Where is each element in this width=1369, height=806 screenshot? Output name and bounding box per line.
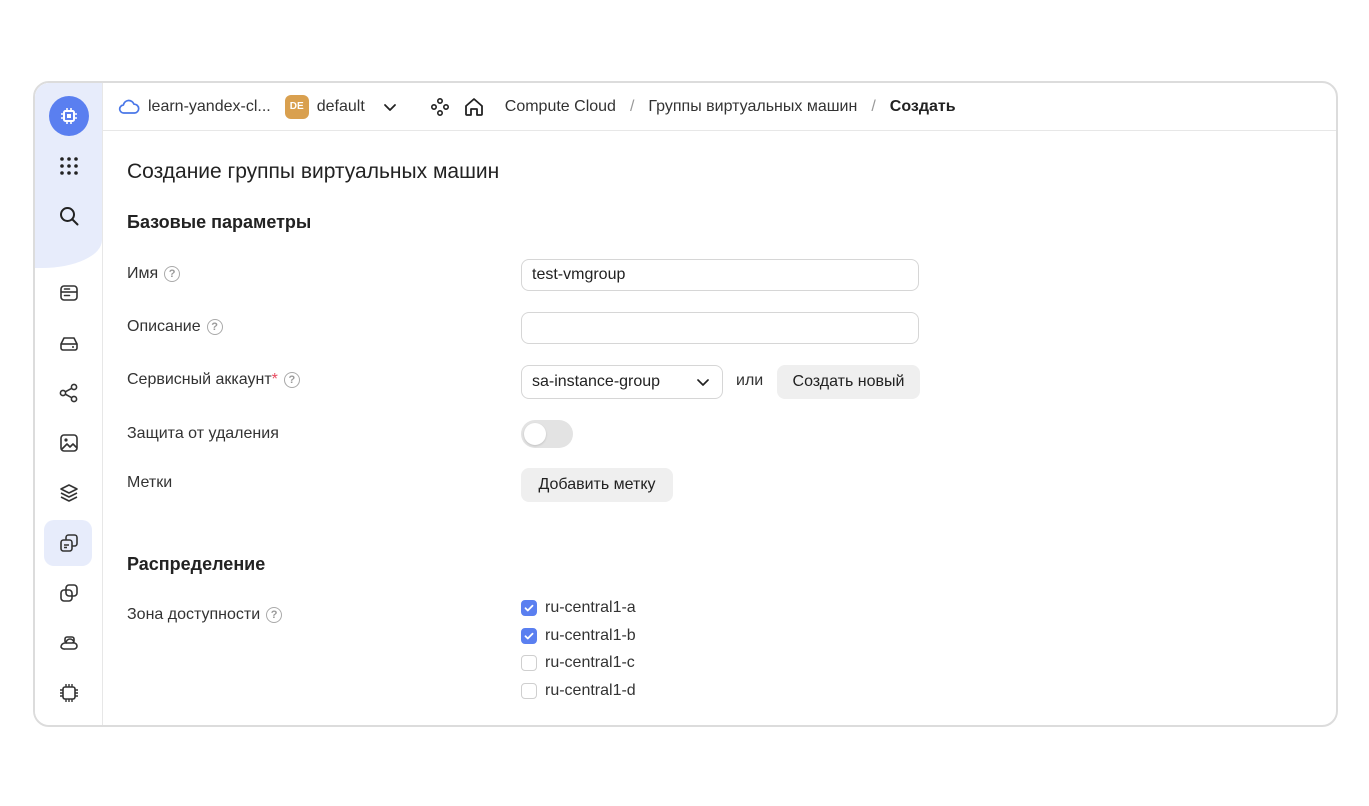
instance-groups-icon[interactable]: [35, 520, 102, 566]
compute-logo-button[interactable]: [35, 93, 102, 139]
labels-label-text: Метки: [127, 474, 173, 491]
zone-checkbox-row[interactable]: ru-central1-d: [521, 682, 636, 700]
zone-label-text: Зона доступности: [127, 606, 261, 623]
service-account-label: Сервисный аккаунт * ?: [127, 371, 300, 389]
breadcrumb-instance-groups[interactable]: Группы виртуальных машин: [648, 98, 857, 116]
breadcrumb-current: Создать: [889, 97, 956, 115]
zone-name: ru-central1-c: [545, 654, 635, 671]
search-icon[interactable]: [35, 193, 102, 239]
zone-checkbox-row[interactable]: ru-central1-c: [521, 654, 635, 672]
description-label: Описание ?: [127, 318, 223, 336]
create-new-account-button[interactable]: Создать новый: [777, 365, 920, 399]
resources-icon[interactable]: [429, 96, 451, 118]
add-label-button[interactable]: Добавить метку: [521, 468, 673, 502]
home-icon[interactable]: [463, 96, 485, 118]
check-icon: [524, 632, 534, 640]
service-account-label-text: Сервисный аккаунт: [127, 371, 272, 388]
console-window: learn-yandex-cl... DE default Compute Cl…: [33, 81, 1338, 727]
deletion-protection-label-text: Защита от удаления: [127, 425, 279, 442]
sidebar: [35, 83, 103, 725]
help-icon[interactable]: ?: [164, 266, 181, 282]
check-icon: [524, 604, 534, 612]
checkbox-checked[interactable]: [521, 628, 537, 644]
gpu-icon[interactable]: [35, 670, 102, 716]
required-mark: *: [271, 371, 278, 388]
service-account-value: sa-instance-group: [532, 373, 661, 390]
deletion-protection-label: Защита от удаления: [127, 425, 279, 443]
help-icon[interactable]: ?: [206, 319, 223, 335]
labels-label: Метки: [127, 474, 172, 492]
images-icon[interactable]: [35, 420, 102, 466]
zone-name: ru-central1-b: [545, 627, 636, 644]
chevron-down-icon: [697, 379, 709, 386]
breadcrumb-compute-cloud[interactable]: Compute Cloud: [505, 98, 616, 116]
network-icon[interactable]: [35, 370, 102, 416]
breadcrumb-separator: /: [629, 97, 635, 115]
deletion-protection-toggle[interactable]: [521, 420, 573, 448]
instances-icon[interactable]: [35, 270, 102, 316]
cloud-selector[interactable]: learn-yandex-cl...: [148, 98, 271, 116]
services-grid-icon[interactable]: [35, 143, 102, 189]
top-header: learn-yandex-cl... DE default Compute Cl…: [102, 83, 1336, 131]
chevron-down-icon[interactable]: [381, 98, 399, 116]
zone-checkbox-row[interactable]: ru-central1-b: [521, 627, 636, 645]
name-input[interactable]: test-vmgroup: [521, 259, 919, 291]
description-input[interactable]: [521, 312, 919, 344]
zone-name: ru-central1-d: [545, 682, 636, 699]
checkbox-unchecked[interactable]: [521, 655, 537, 671]
checkbox-checked[interactable]: [521, 600, 537, 616]
service-account-select[interactable]: sa-instance-group: [521, 365, 723, 399]
description-label-text: Описание: [127, 318, 201, 335]
zone-checkbox-row[interactable]: ru-central1-a: [521, 599, 636, 617]
name-label: Имя ?: [127, 265, 181, 283]
cloud-icon: [118, 99, 140, 114]
section-title-distribution: Распределение: [127, 554, 266, 574]
breadcrumb-separator: /: [871, 97, 876, 115]
name-label-text: Имя: [127, 265, 159, 282]
section-title-basic: Базовые параметры: [127, 212, 312, 232]
layers-icon[interactable]: [35, 470, 102, 516]
zone-name: ru-central1-a: [545, 599, 636, 616]
zone-label: Зона доступности ?: [127, 606, 283, 624]
placement-groups-icon[interactable]: [35, 570, 102, 616]
checkbox-unchecked[interactable]: [521, 683, 537, 699]
page-title: Создание группы виртуальных машин: [127, 160, 500, 183]
help-icon[interactable]: ?: [266, 607, 283, 623]
toggle-knob: [524, 423, 546, 445]
folder-selector[interactable]: default: [317, 98, 365, 116]
dedicated-hosts-icon[interactable]: [35, 620, 102, 666]
folder-badge: DE: [284, 94, 309, 119]
disks-icon[interactable]: [35, 320, 102, 366]
compute-logo-icon: [48, 96, 89, 136]
help-icon[interactable]: ?: [283, 372, 300, 388]
main-content: Создание группы виртуальных машин Базовы…: [127, 130, 1336, 725]
name-input-value: test-vmgroup: [532, 266, 626, 283]
or-text: или: [736, 372, 764, 389]
